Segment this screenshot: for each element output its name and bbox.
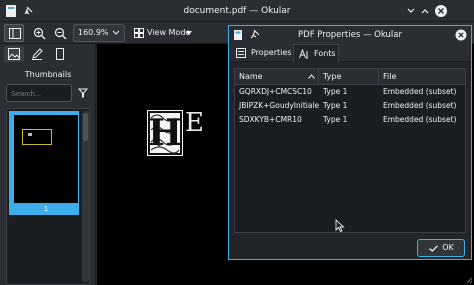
dropdown-arrow-icon	[186, 31, 192, 35]
document-icon	[56, 48, 64, 60]
zoom-select[interactable]: 160.9%	[73, 24, 125, 42]
sidebar-tabs	[0, 44, 96, 64]
tab-fonts[interactable]: Fonts	[293, 44, 339, 62]
font-file-cell: Embedded (subset)	[383, 101, 457, 110]
thumbnail-item[interactable]: 1	[9, 111, 79, 215]
column-header-type[interactable]: Type	[319, 69, 379, 85]
dialog-title: PDF Properties — Okular	[298, 30, 402, 40]
font-name-cell: GQRXDJ+CMCSC10	[239, 87, 312, 96]
font-type-cell: Type 1	[323, 101, 348, 110]
table-row[interactable]: JBIPZK+GoudyInitialen Type 1 Embedded (s…	[235, 99, 465, 113]
dialog-tabs: Properties Fonts	[229, 44, 471, 62]
initial-letter: H	[147, 112, 182, 154]
thumbnail-page-number: 1	[43, 205, 49, 213]
column-header-name[interactable]: Name	[235, 69, 319, 85]
close-icon[interactable]	[433, 3, 449, 19]
close-icon[interactable]	[454, 28, 468, 42]
sidebar-tab-annotations[interactable]	[27, 46, 47, 62]
tab-properties-label: Properties	[251, 48, 292, 57]
visible-area-frame	[22, 129, 52, 145]
thumbnail-scrollbar[interactable]	[82, 111, 89, 282]
dialog-titlebar: PDF Properties — Okular	[229, 26, 471, 44]
font-icon	[299, 49, 308, 59]
zoom-value: 160.9%	[78, 28, 109, 37]
thumbnail-list: 1	[6, 108, 90, 285]
view-mode-icon	[134, 28, 144, 38]
sidebar-panel: Thumbnails 1	[0, 44, 96, 285]
font-file-cell: Embedded (subset)	[383, 115, 457, 124]
thumbnails-heading: Thumbnails	[24, 70, 72, 79]
zoom-out-icon[interactable]	[54, 27, 67, 40]
decorative-initial: H	[147, 110, 183, 156]
page-text: E	[185, 108, 204, 138]
thumbnail-initial-mark	[28, 133, 32, 136]
sidebar-tab-thumbnails[interactable]	[4, 46, 24, 62]
table-row[interactable]: GQRXDJ+CMCSC10 Type 1 Embedded (subset)	[235, 85, 465, 99]
properties-list-icon	[236, 48, 246, 58]
mouse-cursor-icon	[335, 219, 345, 233]
table-header: Name Type File	[235, 69, 465, 85]
tab-properties[interactable]: Properties	[231, 44, 291, 62]
sidebar-toggle-button[interactable]	[4, 24, 24, 42]
filter-icon[interactable]	[78, 88, 88, 98]
column-header-name-label: Name	[239, 72, 263, 81]
column-header-file[interactable]: File	[379, 69, 465, 85]
window-title: document.pdf — Okular	[183, 6, 291, 16]
minimize-icon[interactable]	[406, 6, 416, 16]
ok-button-label: OK	[442, 243, 454, 252]
ok-button[interactable]: OK	[417, 239, 465, 257]
table-row[interactable]: SDXKYB+CMR10 Type 1 Embedded (subset)	[235, 113, 465, 127]
font-type-cell: Type 1	[323, 87, 348, 96]
view-mode-button[interactable]: View Mode	[132, 24, 192, 42]
sidebar-panel-icon	[9, 28, 21, 39]
font-name-cell: JBIPZK+GoudyInitialen	[239, 101, 319, 110]
column-header-file-label: File	[383, 72, 397, 81]
resize-grip-icon[interactable]	[466, 277, 473, 284]
fonts-table: Name Type File GQRXDJ+CMCSC10 Type 1 Emb…	[234, 68, 466, 233]
sidebar-tab-bookmarks[interactable]	[50, 46, 70, 62]
chevron-down-icon	[112, 30, 120, 35]
checkmark-icon	[429, 245, 438, 252]
maximize-icon[interactable]	[420, 6, 430, 16]
font-type-cell: Type 1	[323, 115, 348, 124]
tab-fonts-label: Fonts	[314, 49, 336, 58]
pdf-properties-dialog: PDF Properties — Okular Properties Fonts…	[228, 25, 472, 260]
sort-ascending-icon	[308, 74, 315, 79]
scrollbar-handle[interactable]	[83, 113, 88, 141]
main-titlebar: document.pdf — Okular	[0, 0, 474, 22]
thumbnail-page-preview	[14, 115, 78, 203]
font-name-cell: SDXKYB+CMR10	[239, 115, 302, 124]
column-header-type-label: Type	[323, 72, 342, 81]
thumbnail-search-input[interactable]	[6, 84, 72, 102]
image-icon	[8, 48, 20, 60]
zoom-in-icon[interactable]	[33, 27, 46, 40]
view-mode-label: View Mode	[147, 28, 191, 37]
pen-icon	[32, 48, 43, 60]
font-file-cell: Embedded (subset)	[383, 87, 457, 96]
